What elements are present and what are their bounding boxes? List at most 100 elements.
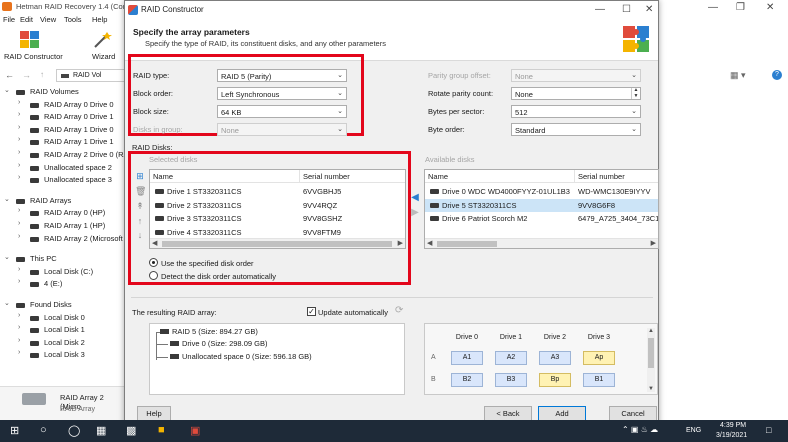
tree-item[interactable]: › RAID Array 1 Drive 0 [0,124,125,136]
tree-item[interactable]: › RAID Array 0 Drive 0 [0,99,125,111]
tree-item[interactable]: › RAID Array 0 Drive 1 [0,111,125,123]
scroll-left-icon[interactable]: ◀ [427,239,432,247]
tree-item[interactable]: › Local Disk 3 [0,349,125,361]
app-pinned-icon[interactable]: ▩ [126,424,136,437]
tree-item[interactable]: › Unallocated space 2 [0,162,125,174]
up-arrow-icon[interactable]: ↑ [40,70,44,79]
tree-item[interactable]: › Local Disk 0 [0,312,125,324]
tree-item[interactable]: › RAID Array 1 Drive 1 [0,136,125,148]
chevron-right-icon[interactable]: › [18,324,26,331]
close-icon[interactable]: ✕ [645,4,653,15]
close-icon[interactable]: ✕ [766,2,774,13]
column-header-name[interactable]: Name [425,170,575,183]
view-options-icon[interactable]: ▦ ▾ [730,70,746,81]
chevron-right-icon[interactable]: › [18,220,26,227]
tree-item[interactable]: › RAID Array 0 (HP) [0,207,125,219]
chevron-right-icon[interactable]: › [18,312,26,319]
clock-time[interactable]: 4:39 PM [720,422,746,429]
chevron-down-icon[interactable]: ⌄ [4,299,12,307]
wizard-label[interactable]: Wizard [92,52,115,61]
chevron-down-icon[interactable]: ⌄ [337,89,343,97]
update-auto-checkbox[interactable]: ✓ [307,307,316,316]
back-arrow-icon[interactable]: ← [5,70,14,80]
tree-item[interactable]: › RAID Array 1 (HP) [0,220,125,232]
notifications-icon[interactable]: □ [766,425,771,435]
tree-item[interactable]: › Local Disk 2 [0,337,125,349]
minimize-icon[interactable]: — [708,2,718,13]
file-explorer-icon[interactable]: ■ [158,424,165,436]
scroll-thumb[interactable] [437,241,497,247]
chevron-down-icon[interactable]: ⌄ [631,125,637,133]
tree-item[interactable]: › 4 (E:) [0,278,125,290]
chevron-down-icon[interactable]: ⌄ [4,86,12,94]
minimize-icon[interactable]: — [595,4,605,15]
chevron-down-icon[interactable]: ⌄ [631,71,637,79]
tree-group[interactable]: ⌄ Found Disks [0,299,125,311]
move-left-arrow-icon[interactable]: ◀ [410,193,420,203]
chevron-right-icon[interactable]: › [18,174,26,181]
param-dropdown[interactable]: Standard ⌄ [511,123,641,136]
wizard-icon[interactable] [92,31,112,49]
chevron-right-icon[interactable]: › [18,149,26,156]
scroll-thumb[interactable] [648,338,654,368]
chevron-down-icon[interactable]: ⌄ [631,107,637,115]
restore-icon[interactable]: ❐ [736,2,745,13]
menu-help[interactable]: Help [92,15,107,24]
address-bar[interactable]: RAID Vol [56,69,126,82]
raid-constructor-label[interactable]: RAID Constructor [4,52,63,61]
raid-constructor-icon[interactable] [20,31,40,49]
help-icon[interactable]: ? [772,70,782,80]
tree-group[interactable]: ⌄ RAID Volumes [0,86,125,98]
menu-tools[interactable]: Tools [64,15,82,24]
chevron-right-icon[interactable]: › [18,99,26,106]
tree-item[interactable]: › RAID Array 2 (Microsoft [0,233,125,245]
param-dropdown[interactable]: None ⌄ [511,69,641,82]
chevron-right-icon[interactable]: › [18,349,26,356]
tree-item[interactable]: › RAID Array 2 Drive 0 (RA [0,149,129,161]
available-disks-list[interactable]: Name Serial number Drive 0 WDC WD4000FYY… [424,169,659,249]
menu-edit[interactable]: Edit [20,15,33,24]
chevron-right-icon[interactable]: › [18,111,26,118]
param-dropdown[interactable]: 512 ⌄ [511,105,641,118]
chevron-down-icon[interactable]: ⌄ [337,125,343,133]
chevron-right-icon[interactable]: › [18,136,26,143]
disk-row[interactable]: Drive 0 WDC WD4000FYYZ-01UL1B3 WD-WMC130E… [425,185,658,198]
vertical-scrollbar[interactable]: ▲ ▼ [647,328,655,392]
clock-date[interactable]: 3/19/2021 [716,432,747,439]
tree-item[interactable]: › Unallocated space 3 [0,174,125,186]
language-indicator[interactable]: ENG [686,427,701,434]
search-icon[interactable]: ○ [40,424,47,436]
chevron-down-icon[interactable]: ⌄ [337,71,343,79]
chevron-right-icon[interactable]: › [18,162,26,169]
chevron-down-icon[interactable]: ⌄ [4,253,12,261]
param-spinner[interactable]: None ▲ ▼ [511,87,641,100]
tree-group[interactable]: ⌄ This PC [0,253,125,265]
param-dropdown[interactable]: None ⌄ [217,123,347,136]
spinner-arrows-icon[interactable]: ▲ ▼ [631,87,640,99]
move-right-arrow-icon[interactable]: ▶ [410,208,420,218]
disk-row[interactable]: Drive 5 ST3320311CS 9VV8G6F8 [425,198,658,212]
tree-item[interactable]: › Local Disk 1 [0,324,125,336]
scroll-down-icon[interactable]: ▼ [648,386,654,392]
task-view-icon[interactable]: ▦ [96,424,106,437]
update-auto-label[interactable]: Update automatically [318,308,388,317]
cortana-icon[interactable]: ◯ [68,424,80,437]
refresh-icon[interactable]: ⟳ [395,305,403,316]
param-dropdown[interactable]: RAID 5 (Parity) ⌄ [217,69,347,82]
disk-row[interactable]: Drive 6 Patriot Scorch M2 6479_A725_3404_… [425,212,658,225]
chevron-right-icon[interactable]: › [18,266,26,273]
chevron-right-icon[interactable]: › [18,278,26,285]
chevron-right-icon[interactable]: › [18,337,26,344]
chevron-right-icon[interactable]: › [18,233,26,240]
horizontal-scrollbar[interactable]: ◀ ▶ [425,238,658,248]
tree-group[interactable]: ⌄ RAID Arrays [0,195,125,207]
menu-view[interactable]: View [40,15,56,24]
system-tray-icons[interactable]: ⌃ ▣ ♨ ☁ [622,425,658,434]
scroll-right-icon[interactable]: ▶ [651,239,656,247]
forward-arrow-icon[interactable]: → [22,70,31,80]
chevron-right-icon[interactable]: › [18,207,26,214]
maximize-icon[interactable]: ☐ [622,4,631,15]
param-dropdown[interactable]: Left Synchronous ⌄ [217,87,347,100]
menu-file[interactable]: File [3,15,15,24]
chevron-right-icon[interactable]: › [18,124,26,131]
